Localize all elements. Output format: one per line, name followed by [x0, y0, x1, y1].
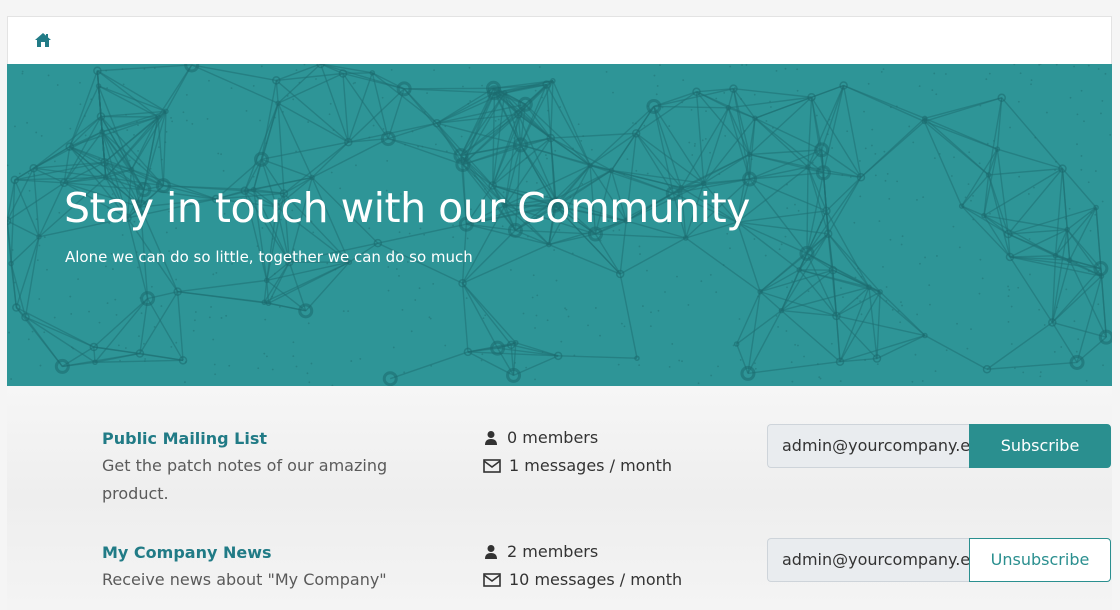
list-title[interactable]: Public Mailing List: [102, 429, 267, 448]
members-label: 2 members: [507, 542, 599, 561]
list-title[interactable]: My Company News: [102, 543, 272, 562]
user-icon: [485, 430, 497, 445]
messages-label: 1 messages / month: [509, 456, 672, 475]
hero-title: Stay in touch with our Community: [64, 184, 750, 232]
list-description: Get the patch notes of our amazing produ…: [102, 456, 388, 503]
envelope-icon: [483, 572, 501, 587]
email-field[interactable]: admin@yourcompany.example.com: [767, 424, 969, 468]
user-icon: [485, 544, 497, 559]
list-description: Receive news about "My Company": [102, 570, 387, 589]
members-count: 2 members: [483, 542, 598, 561]
breadcrumb-bar: [7, 16, 1112, 64]
email-field[interactable]: admin@yourcompany.example.com: [767, 538, 969, 582]
mailing-lists: Public Mailing List Get the patch notes …: [7, 386, 1112, 610]
subscribe-button[interactable]: Subscribe: [969, 424, 1111, 468]
messages-label: 10 messages / month: [509, 570, 683, 589]
members-label: 0 members: [507, 428, 599, 447]
unsubscribe-button[interactable]: Unsubscribe: [969, 538, 1111, 582]
envelope-icon: [483, 458, 501, 473]
hero-subtitle: Alone we can do so little, together we c…: [65, 248, 473, 266]
hero-banner: Stay in touch with our Community Alone w…: [7, 64, 1112, 386]
members-count: 0 members: [483, 428, 598, 447]
messages-rate: 1 messages / month: [483, 456, 672, 475]
home-icon[interactable]: [34, 31, 52, 49]
messages-rate: 10 messages / month: [483, 570, 682, 589]
